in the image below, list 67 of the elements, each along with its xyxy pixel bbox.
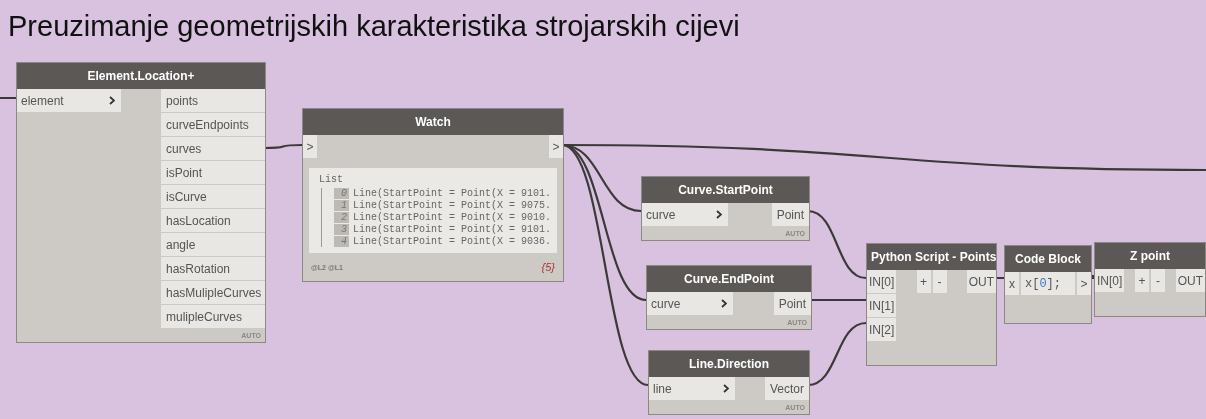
node-title: Code Block <box>1005 246 1091 272</box>
node-title: Element.Location+ <box>17 63 265 89</box>
output-port[interactable]: isCurve <box>161 185 265 208</box>
item-value: Line(StartPoint = Point(X = 9010. <box>352 212 551 223</box>
input-port[interactable]: > <box>303 135 317 158</box>
chevron-icon <box>721 299 727 308</box>
input-port[interactable]: IN[0] <box>867 270 897 293</box>
remove-input-button[interactable]: - <box>932 270 947 293</box>
output-port[interactable]: points <box>161 89 265 112</box>
item-index: 4 <box>334 236 349 247</box>
input-port[interactable]: curve <box>642 203 728 226</box>
node-title: Python Script - Points <box>867 244 996 270</box>
input-port[interactable]: IN[2] <box>867 318 897 341</box>
input-port[interactable]: element <box>17 89 121 112</box>
node-card[interactable]: Code Block x x[0]; > <box>1004 245 1092 324</box>
output-port[interactable]: Point <box>773 292 811 315</box>
node-title: Curve.EndPoint <box>647 266 811 292</box>
item-value: Line(StartPoint = Point(X = 9101. <box>352 224 551 235</box>
add-input-button[interactable]: + <box>1135 269 1149 292</box>
node-card[interactable]: Python Script - Points IN[0] IN[1] IN[2] + - OUT <box>866 243 997 366</box>
output-port[interactable]: curveEndpoints <box>161 113 265 136</box>
output-port[interactable]: OUT <box>1175 269 1205 292</box>
output-port[interactable]: curves <box>161 137 265 160</box>
chevron-icon <box>109 96 115 105</box>
output-port[interactable]: mulipleCurves <box>161 305 265 328</box>
chevron-icon <box>723 384 729 393</box>
wire-connector <box>0 96 16 100</box>
item-index: 3 <box>334 224 349 235</box>
output-port[interactable]: > <box>1077 272 1091 295</box>
remove-input-button[interactable]: - <box>1151 269 1165 292</box>
node-title: Z point <box>1095 243 1205 269</box>
input-port[interactable]: x <box>1005 272 1019 295</box>
output-port[interactable]: Point <box>771 203 809 226</box>
output-port[interactable]: hasRotation <box>161 257 265 280</box>
node-title: Watch <box>303 109 563 135</box>
item-index: 1 <box>334 200 349 211</box>
code-editor[interactable]: x[0]; <box>1021 272 1075 295</box>
item-value: Line(StartPoint = Point(X = 9036. <box>352 236 551 247</box>
input-port[interactable]: IN[1] <box>867 294 897 317</box>
input-port[interactable]: line <box>649 377 735 400</box>
item-index: 0 <box>334 188 349 199</box>
wire-connector <box>995 276 1004 280</box>
wire-connector <box>807 209 867 280</box>
node-title: Line.Direction <box>649 351 809 377</box>
page-title: Preuzimanje geometrijskih karakteristika strojarskih cijevi <box>7 9 740 43</box>
item-value: Line(StartPoint = Point(X = 9075. <box>352 200 551 211</box>
output-port[interactable]: hasMulipleCurves <box>161 281 265 304</box>
node-title: Curve.StartPoint <box>642 177 809 203</box>
output-port[interactable]: Vector <box>764 377 809 400</box>
output-port[interactable]: OUT <box>966 270 996 293</box>
chevron-icon <box>716 210 722 219</box>
list-label: List <box>319 174 344 187</box>
output-port[interactable]: > <box>549 135 563 158</box>
add-input-button[interactable]: + <box>916 270 931 293</box>
output-port[interactable]: hasLocation <box>161 209 265 232</box>
output-port[interactable]: isPoint <box>161 161 265 184</box>
wire-connector <box>264 143 302 150</box>
wire-connector <box>810 298 866 302</box>
node-card[interactable]: Z point IN[0] + - OUT <box>1094 242 1206 317</box>
input-port[interactable]: IN[0] <box>1095 269 1125 292</box>
item-value: Line(StartPoint = Point(X = 9101. <box>352 188 551 199</box>
item-index: 2 <box>334 212 349 223</box>
item-count: {5} <box>541 261 555 273</box>
output-port[interactable]: angle <box>161 233 265 256</box>
node-card[interactable] <box>302 108 564 282</box>
input-port[interactable]: curve <box>647 292 733 315</box>
wire-connector <box>807 321 867 387</box>
